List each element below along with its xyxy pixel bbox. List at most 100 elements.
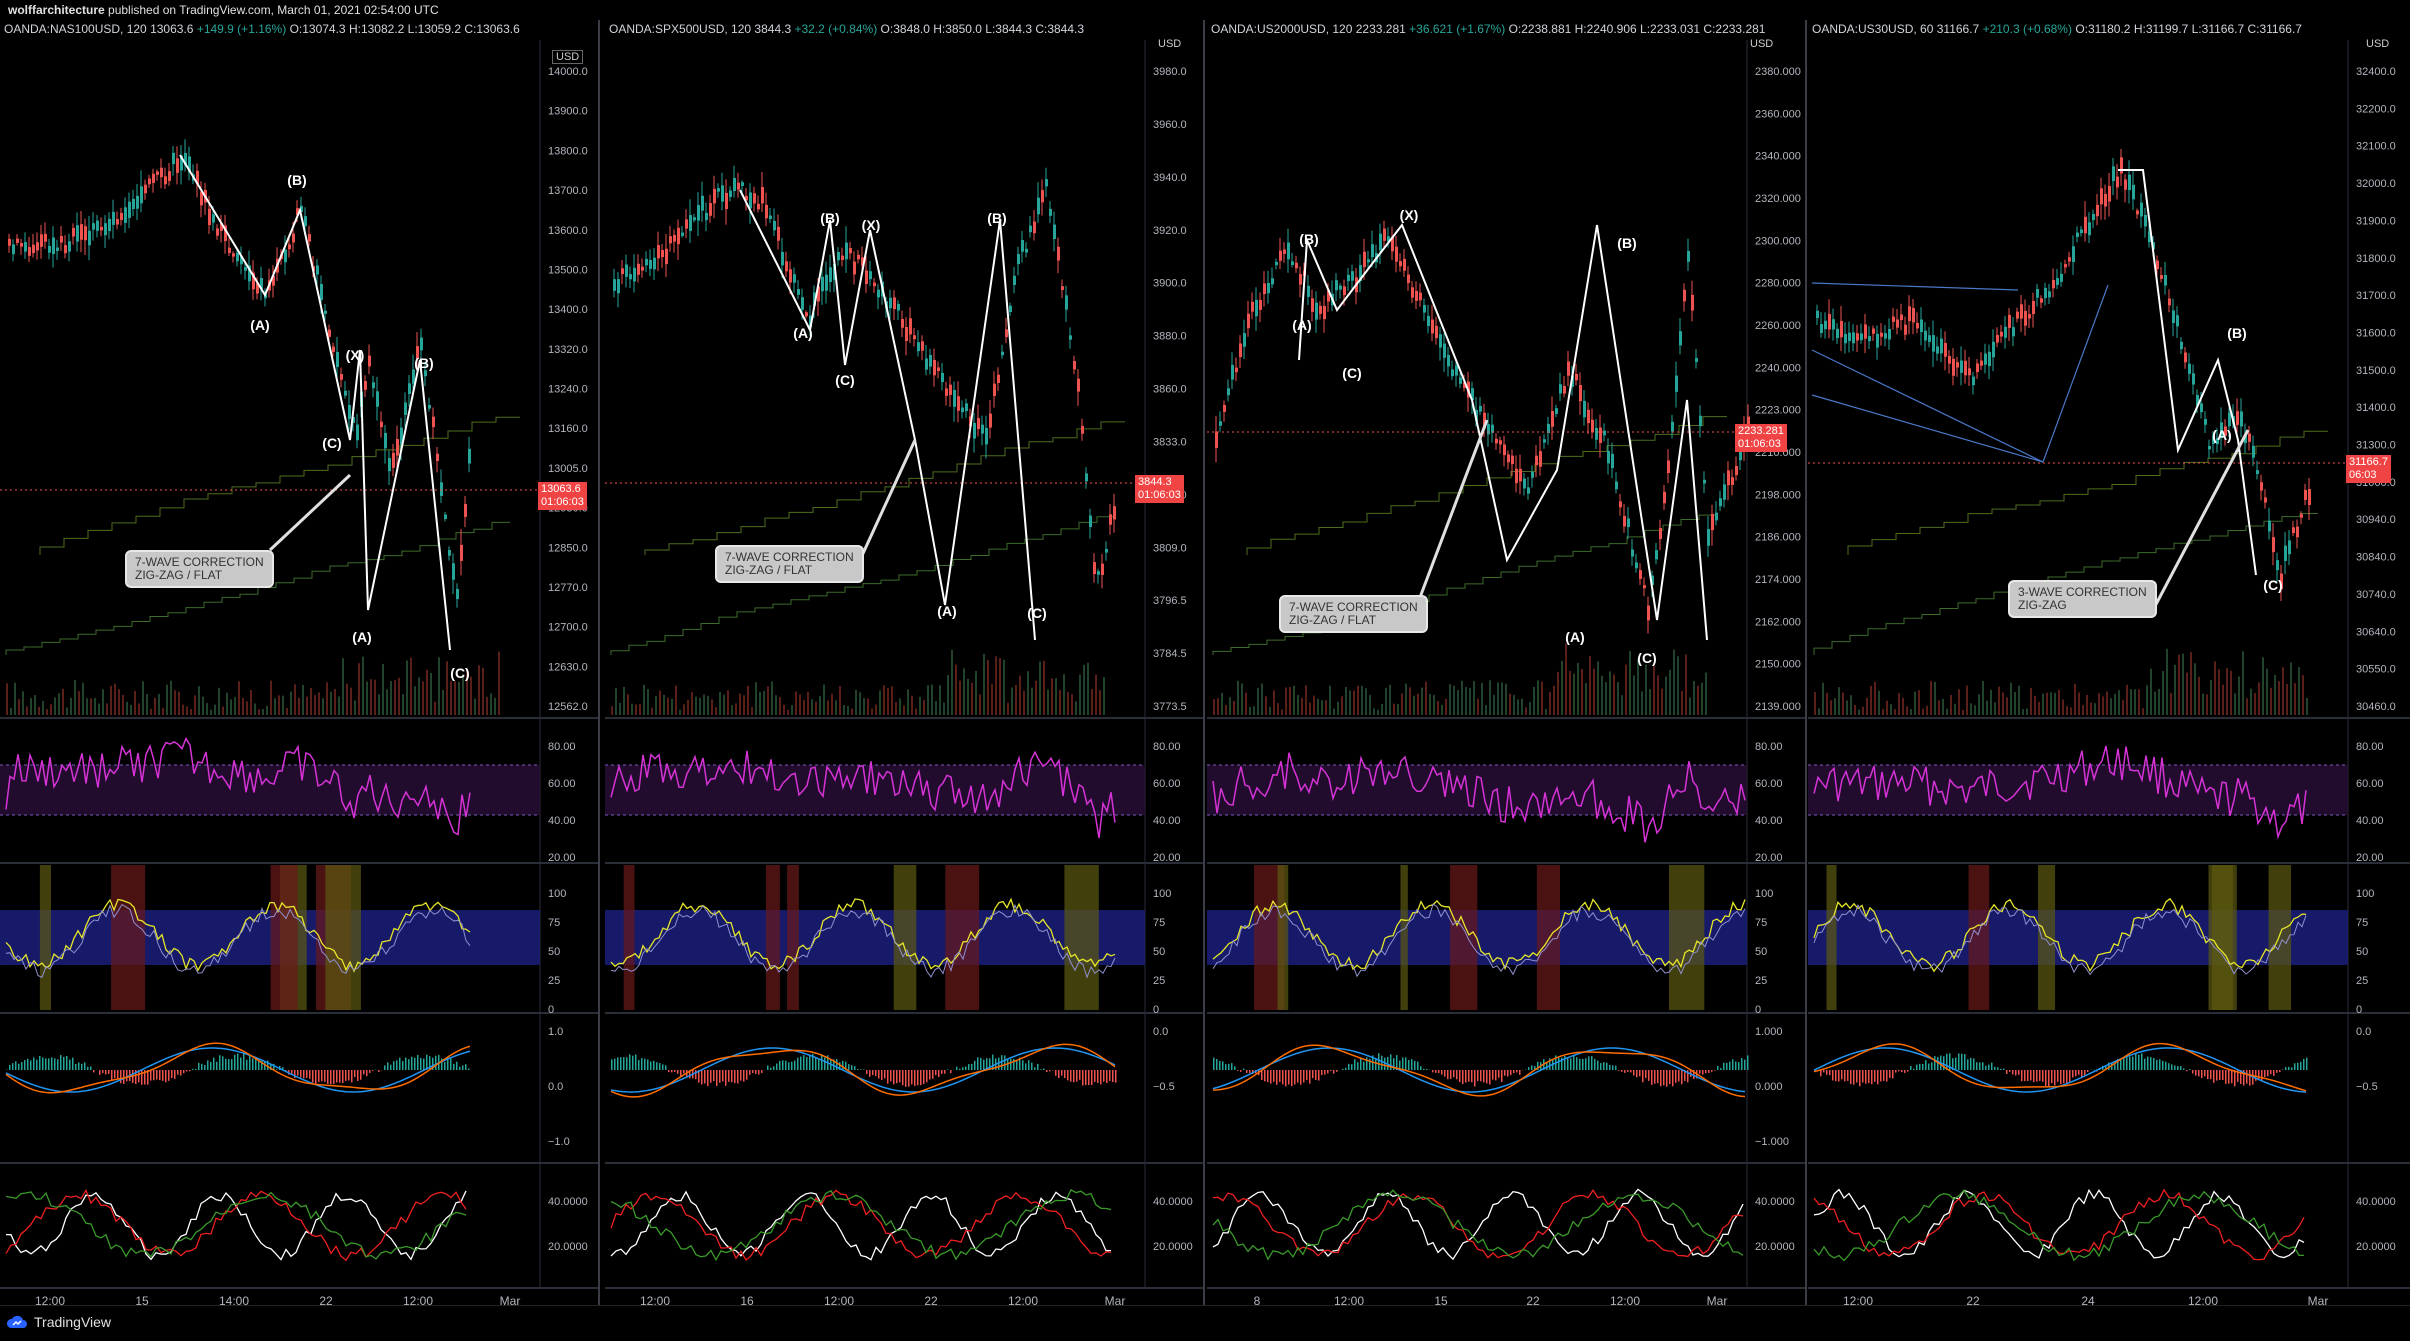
chart-panel-nas100[interactable]: OANDA:NAS100USD, 120 13063.6 +149.9 (+1.… [0, 20, 600, 1305]
candle-body [925, 358, 928, 369]
chart-panel-us30[interactable]: OANDA:US30USD, 60 31166.7 +210.3 (+0.68%… [1808, 20, 2410, 1305]
volume-bar [691, 692, 693, 715]
macd-histogram-bar [1889, 1070, 1891, 1078]
candle-body [1089, 515, 1092, 527]
volume-bar [1473, 681, 1475, 715]
candle-body [1731, 477, 1734, 485]
volume-bar [1237, 681, 1239, 715]
candle-body [1367, 259, 1370, 262]
candle-body [172, 153, 175, 164]
candle-body [216, 228, 219, 235]
candle-body [693, 217, 696, 220]
symbol-name[interactable]: OANDA:US30USD, 60 [1812, 22, 1933, 36]
volume-bar [286, 708, 288, 715]
candle-body [1555, 408, 1558, 414]
macd-histogram-bar [1657, 1070, 1659, 1083]
volume-bar [1019, 676, 1021, 715]
volume-bar [2286, 684, 2288, 715]
correction-annotation[interactable]: 7-WAVE CORRECTION ZIG-ZAG / FLAT [125, 550, 274, 588]
macd-histogram-bar [2198, 1070, 2200, 1076]
currency-label[interactable]: USD [552, 50, 583, 64]
candle-body [1936, 346, 1939, 353]
macd-histogram-bar [1324, 1070, 1326, 1075]
volume-bar [1505, 684, 1507, 715]
candle-body [1908, 306, 1911, 321]
volume-bar [1365, 688, 1367, 715]
volume-bar [178, 692, 180, 715]
publish-info-text: published on TradingView.com, March 01, … [105, 3, 439, 17]
price-tick-label: 13400.0 [548, 304, 588, 316]
macd-histogram-bar [1037, 1064, 1039, 1070]
currency-label[interactable]: USD [2363, 38, 2392, 50]
candle-body [2264, 497, 2267, 502]
publisher-username[interactable]: wolffarchitecture [8, 3, 105, 17]
tradingview-logo[interactable]: TradingView [6, 1314, 111, 1330]
stoch-tick-label: 50 [1153, 946, 1165, 958]
candle-body [320, 284, 323, 300]
correction-annotation[interactable]: 3-WAVE CORRECTION ZIG-ZAG [2008, 580, 2157, 618]
symbol-name[interactable]: OANDA:SPX500USD, 120 [609, 22, 751, 36]
macd-histogram-bar [1738, 1062, 1740, 1070]
wave-label: (C) [1027, 605, 1046, 621]
macd-histogram-bar [1892, 1070, 1894, 1078]
macd-histogram-bar [1820, 1070, 1822, 1076]
volume-bar [1469, 688, 1471, 715]
macd-histogram-bar [2162, 1061, 2164, 1070]
currency-label[interactable]: USD [1747, 38, 1776, 50]
macd-histogram-bar [2153, 1058, 2155, 1070]
candle-body [1431, 320, 1434, 334]
macd-histogram-bar [1964, 1054, 1966, 1070]
chart-panel-us2000[interactable]: OANDA:US2000USD, 120 2233.281 +36.621 (+… [1207, 20, 1807, 1305]
macd-histogram-bar [782, 1060, 784, 1070]
candle-body [917, 342, 920, 351]
macd-histogram-bar [1028, 1060, 1030, 1070]
volume-bar [1253, 706, 1255, 715]
macd-histogram-bar [1868, 1070, 1870, 1083]
symbol-name[interactable]: OANDA:NAS100USD, 120 [4, 22, 147, 36]
macd-tick-label: 0.0 [1153, 1026, 1168, 1038]
macd-histogram-bar [468, 1069, 470, 1070]
candle-body [1243, 333, 1246, 347]
volume-bar [823, 685, 825, 715]
candle-body [1037, 198, 1040, 215]
macd-histogram-bar [2177, 1066, 2179, 1070]
volume-bar [242, 698, 244, 715]
volume-bar [2186, 673, 2188, 715]
candle-body [1852, 332, 1855, 343]
macd-histogram-bar [2234, 1070, 2236, 1086]
candle-body [448, 550, 451, 556]
price-tick-label: 30460.0 [2356, 701, 2396, 713]
candle-body [1287, 243, 1290, 260]
volume-bar [1633, 675, 1635, 715]
candle-body [649, 260, 652, 269]
correction-annotation[interactable]: 7-WAVE CORRECTION ZIG-ZAG / FLAT [1279, 595, 1428, 633]
symbol-name[interactable]: OANDA:US2000USD, 120 [1211, 22, 1352, 36]
correction-annotation[interactable]: 7-WAVE CORRECTION ZIG-ZAG / FLAT [715, 545, 864, 583]
volume-bar [615, 688, 617, 715]
chart-canvas[interactable]: 32400.032200.032100.032000.031900.031800… [1808, 20, 2410, 1305]
volume-bar [1221, 693, 1223, 715]
volume-bar [631, 704, 633, 715]
macd-histogram-bar [462, 1065, 464, 1070]
chart-canvas[interactable]: 3980.03960.03940.03920.03900.03880.03860… [605, 20, 1205, 1305]
volume-bar [959, 681, 961, 715]
volume-bar [1842, 693, 1844, 715]
rsi-tick-label: 40.00 [1755, 815, 1783, 827]
macd-histogram-bar [1474, 1070, 1476, 1087]
macd-histogram-bar [659, 1063, 661, 1070]
candle-body [372, 382, 375, 388]
candle-body [1976, 363, 1979, 372]
chart-panel-spx500[interactable]: OANDA:SPX500USD, 120 3844.3 +32.2 (+0.84… [605, 20, 1205, 1305]
candle-body [1085, 473, 1088, 481]
chart-canvas[interactable]: 14000.013900.013800.013700.013600.013500… [0, 20, 600, 1305]
candle-body [2128, 175, 2131, 190]
chart-canvas[interactable]: 2380.0002360.0002340.0002320.0002300.000… [1207, 20, 1807, 1305]
currency-label[interactable]: USD [1155, 38, 1184, 50]
macd-histogram-bar [258, 1061, 260, 1070]
candle-body [72, 228, 75, 237]
macd-histogram-bar [2183, 1068, 2185, 1070]
macd-histogram-bar [656, 1062, 658, 1070]
volume-bar [1035, 681, 1037, 715]
macd-histogram-bar [1444, 1070, 1446, 1077]
macd-histogram-bar [1895, 1070, 1897, 1073]
